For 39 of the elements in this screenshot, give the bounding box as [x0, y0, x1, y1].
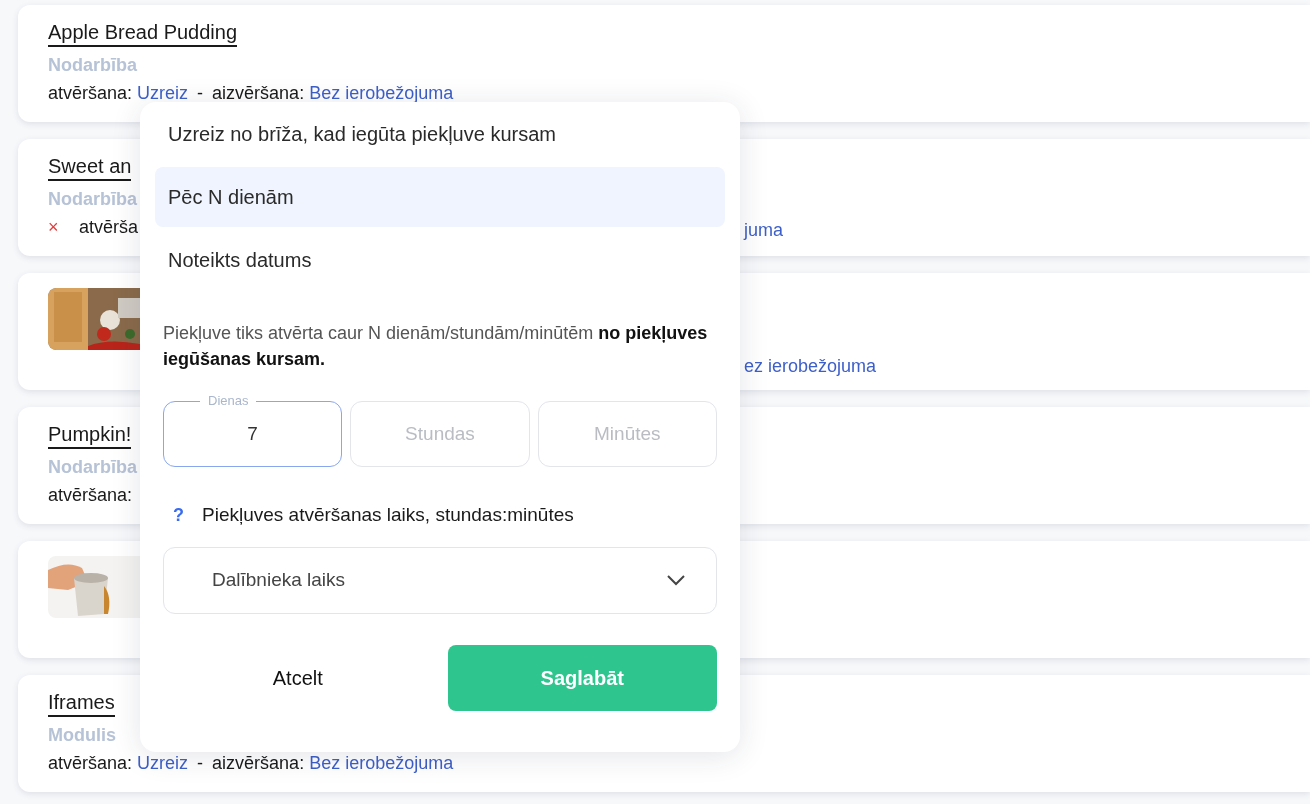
- number-input[interactable]: Stundas: [365, 414, 515, 454]
- card-title[interactable]: Sweet an: [48, 153, 132, 181]
- opening-link[interactable]: Uzreiz: [137, 751, 189, 775]
- closing-label: aizvēršana:: [212, 752, 305, 775]
- menu-option[interactable]: Pēc N dienām: [155, 167, 725, 227]
- separator: -: [196, 752, 205, 775]
- opening-label: atvēršana:: [48, 752, 133, 775]
- card-title[interactable]: Pumpkin!: [48, 421, 132, 449]
- opening-link[interactable]: Uzreiz: [137, 81, 189, 105]
- help-icon[interactable]: ?: [173, 501, 184, 529]
- card-type: Modulis: [48, 724, 116, 747]
- closing-link[interactable]: Bez ierobežojuma: [309, 81, 454, 105]
- number-input[interactable]: 7: [177, 413, 328, 454]
- closing-link[interactable]: juma: [744, 218, 783, 242]
- closing-link[interactable]: Bez ierobežojuma: [309, 751, 454, 775]
- cancel-button[interactable]: Atcelt: [163, 644, 433, 711]
- chevron-down-icon: [666, 574, 686, 586]
- card-type: Nodarbība: [48, 456, 137, 479]
- number-field[interactable]: Stundas: [350, 401, 530, 467]
- opening-label: atvēršana:: [48, 484, 133, 507]
- card-type: Nodarbība: [48, 188, 137, 211]
- opening-label: atvēršana:: [48, 82, 133, 105]
- separator: -: [196, 82, 205, 105]
- help-label: Piekļuves atvēršanas laiks, stundas:minūtes: [202, 503, 574, 527]
- menu-option[interactable]: Noteikts datums: [155, 230, 725, 290]
- card-title[interactable]: Iframes: [48, 689, 115, 717]
- closing-link[interactable]: ez ierobežojuma: [744, 354, 877, 378]
- number-field[interactable]: Minūtes: [537, 401, 717, 467]
- closing-label: aizvēršana:: [212, 82, 305, 105]
- card-title[interactable]: Apple Bread Pudding: [48, 19, 238, 47]
- number-input[interactable]: Minūtes: [552, 414, 703, 454]
- description-text: Piekļuve tiks atvērta caur N dienām/stundām/minūtēm no piekļuves iegūšanas kursam.: [162, 322, 709, 371]
- number-field[interactable]: 7 Dienas: [163, 393, 343, 467]
- timezone-select[interactable]: Dalībnieka laiks: [163, 546, 717, 614]
- field-label: Dienas: [207, 393, 250, 409]
- error-mark: ×: [48, 216, 60, 239]
- card-type: Nodarbība: [48, 54, 137, 77]
- menu-option[interactable]: Uzreiz no brīža, kad iegūta piekļuve kursam: [155, 104, 725, 164]
- opening-label: atvērša: [79, 216, 139, 239]
